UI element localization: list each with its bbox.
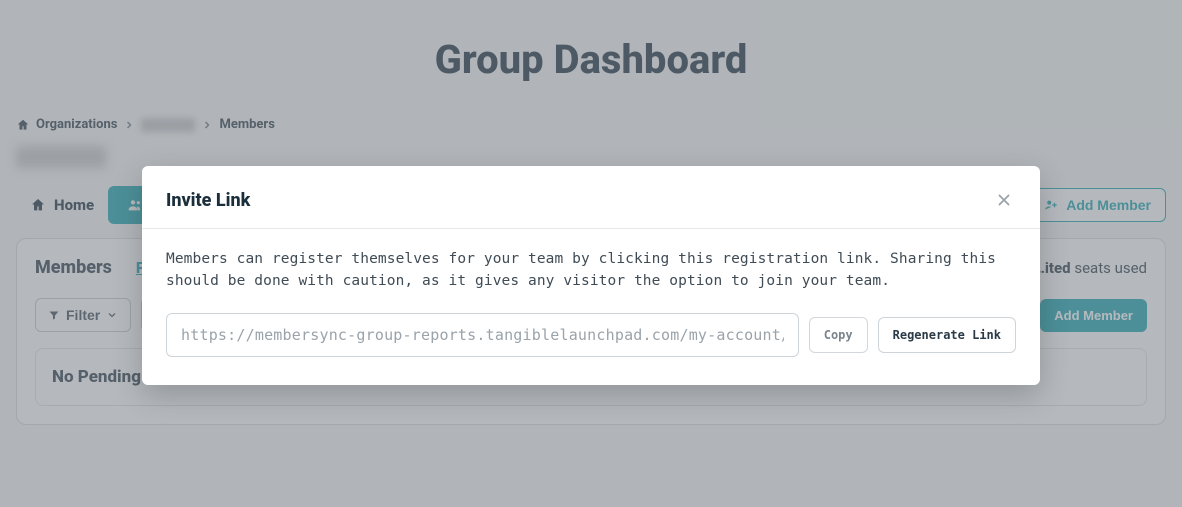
modal-description: Members can register themselves for your… xyxy=(166,249,1016,293)
invite-link-modal: Invite Link Members can register themsel… xyxy=(142,166,1040,385)
invite-link-input[interactable] xyxy=(166,313,799,357)
copy-button[interactable]: Copy xyxy=(809,317,868,353)
close-icon xyxy=(995,191,1013,209)
regenerate-link-button[interactable]: Regenerate Link xyxy=(878,317,1016,353)
modal-overlay[interactable]: Invite Link Members can register themsel… xyxy=(0,0,1182,507)
close-button[interactable] xyxy=(992,188,1016,212)
modal-title: Invite Link xyxy=(166,190,250,211)
